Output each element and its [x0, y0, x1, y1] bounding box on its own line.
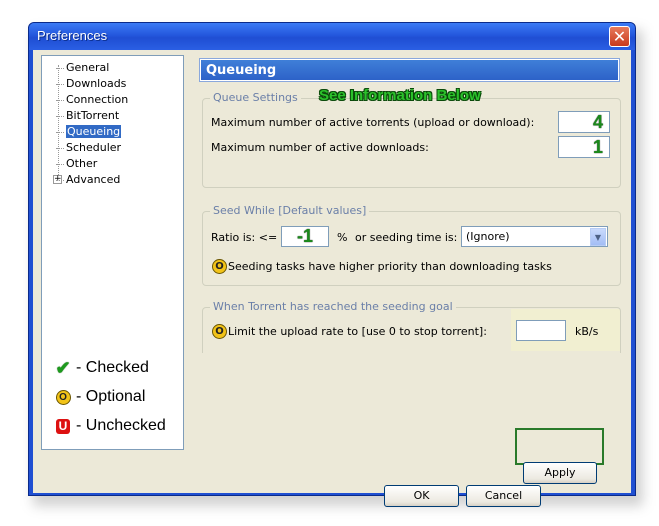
legend-unchecked: U - Unchecked — [54, 417, 166, 435]
sidebar-item-downloads[interactable]: Downloads — [54, 76, 128, 91]
sidebar-item-label: Other — [66, 157, 98, 170]
tree-connector — [56, 163, 64, 165]
sidebar-item-other[interactable]: Other — [54, 156, 99, 171]
optional-icon[interactable]: O — [212, 324, 227, 339]
seed-while-group: Seed While [Default values] — [202, 204, 621, 286]
checkmark-icon: ✔ — [55, 357, 71, 378]
seeding-time-value: (Ignore) — [466, 230, 510, 243]
sidebar-item-connection[interactable]: Connection — [54, 92, 130, 107]
sidebar-item-label: Downloads — [66, 77, 127, 90]
title-bar[interactable]: Preferences ✕ — [29, 23, 635, 50]
optional-icon: O — [55, 389, 71, 405]
max-active-torrents-label: Maximum number of active torrents (uploa… — [211, 116, 535, 129]
sidebar-item-bittorrent[interactable]: BitTorrent — [54, 108, 121, 123]
seeding-time-select[interactable]: (Ignore) ▼ — [461, 226, 608, 247]
seeding-priority-label: Seeding tasks have higher priority than … — [228, 260, 552, 273]
ok-button[interactable]: OK — [384, 485, 459, 507]
apply-highlight-frame — [515, 428, 604, 465]
window-title: Preferences — [37, 28, 108, 43]
legend-checked: ✔ - Checked — [54, 357, 149, 378]
apply-button[interactable]: Apply — [523, 462, 597, 484]
sidebar-item-general[interactable]: General — [54, 60, 111, 75]
legend-label: - Checked — [76, 359, 149, 376]
chevron-down-icon[interactable]: ▼ — [590, 228, 606, 246]
seeding-time-label: or seeding time is: — [355, 231, 458, 244]
close-button[interactable]: ✕ — [609, 26, 630, 47]
ratio-label: Ratio is: <= — [211, 231, 278, 244]
optional-icon[interactable]: O — [212, 259, 227, 274]
legend-label: - Unchecked — [76, 417, 166, 434]
max-active-downloads-input[interactable]: 1 — [558, 136, 610, 158]
category-tree: General Downloads Connection BitTorrent … — [41, 55, 184, 450]
unchecked-icon: U — [56, 418, 70, 434]
tree-connector — [56, 179, 64, 181]
sidebar-item-label: Scheduler — [66, 141, 122, 154]
info-note: See Information Below — [319, 87, 481, 104]
sidebar-item-label: Connection — [66, 93, 129, 106]
sidebar-item-advanced[interactable]: Advanced — [54, 172, 122, 187]
tree-connector — [56, 99, 64, 101]
close-icon: ✕ — [612, 26, 627, 46]
group-title: Queue Settings — [210, 91, 301, 104]
legend-optional: O - Optional — [54, 388, 145, 406]
tree-connector — [56, 147, 64, 149]
sidebar-item-label: General — [66, 61, 110, 74]
ratio-input[interactable]: -1 — [281, 226, 329, 247]
group-title: When Torrent has reached the seeding goa… — [210, 300, 456, 313]
sidebar-item-label: BitTorrent — [66, 109, 120, 122]
sidebar-item-label: Advanced — [66, 173, 121, 186]
tree-connector — [56, 67, 64, 69]
preferences-window: Preferences ✕ General Downloads Connecti… — [28, 22, 636, 507]
legend-icon-wrap: U — [54, 417, 72, 435]
percent-label: % — [337, 231, 348, 244]
tree-connector — [56, 131, 64, 133]
sidebar-item-label: Queueing — [66, 125, 122, 138]
unit-label: kB/s — [575, 325, 599, 338]
legend-label: - Optional — [76, 388, 146, 405]
upload-limit-label: Limit the upload rate to [use 0 to stop … — [228, 325, 487, 338]
max-active-torrents-input[interactable]: 4 — [558, 111, 610, 133]
dialog-body: General Downloads Connection BitTorrent … — [33, 50, 631, 507]
page-title: Queueing — [199, 58, 620, 82]
sidebar-item-scheduler[interactable]: Scheduler — [54, 140, 123, 155]
group-title: Seed While [Default values] — [210, 204, 370, 217]
upload-limit-input[interactable] — [516, 320, 566, 341]
tree-connector — [56, 115, 64, 117]
legend-icon-wrap: O — [54, 388, 72, 406]
max-active-downloads-label: Maximum number of active downloads: — [211, 141, 429, 154]
cancel-button[interactable]: Cancel — [466, 485, 541, 507]
sidebar-item-queueing[interactable]: Queueing — [54, 124, 123, 139]
tree-connector — [56, 83, 64, 85]
